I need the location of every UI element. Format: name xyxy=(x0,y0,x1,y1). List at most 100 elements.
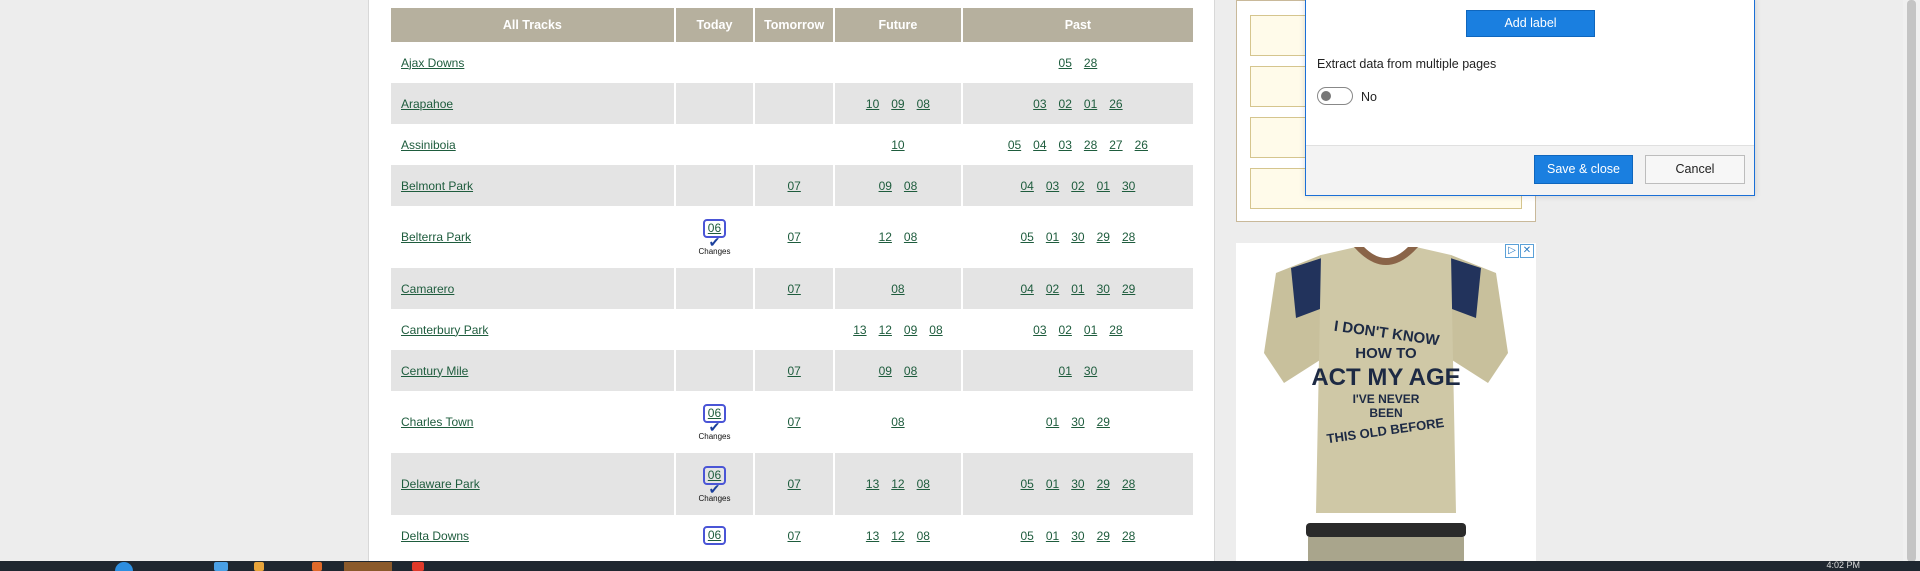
future-date-link[interactable]: 10 xyxy=(866,97,879,111)
future-date-link[interactable]: 12 xyxy=(891,477,904,491)
future-date-link[interactable]: 12 xyxy=(879,323,892,337)
past-date-link[interactable]: 01 xyxy=(1084,97,1097,111)
past-date-link[interactable]: 26 xyxy=(1135,138,1148,152)
future-date-link[interactable]: 09 xyxy=(904,323,917,337)
past-date-link[interactable]: 27 xyxy=(1109,138,1122,152)
past-date-link[interactable]: 01 xyxy=(1071,282,1084,296)
changes-label[interactable]: Changes xyxy=(698,494,730,503)
past-date-link[interactable]: 28 xyxy=(1122,529,1135,543)
past-date-link[interactable]: 01 xyxy=(1084,323,1097,337)
past-date-link[interactable]: 03 xyxy=(1033,323,1046,337)
track-link[interactable]: Camarero xyxy=(401,282,454,296)
future-date-link[interactable]: 08 xyxy=(929,323,942,337)
future-date-link[interactable]: 08 xyxy=(904,364,917,378)
past-date-link[interactable]: 28 xyxy=(1122,477,1135,491)
past-date-link[interactable]: 29 xyxy=(1122,282,1135,296)
past-date-link[interactable]: 26 xyxy=(1109,97,1122,111)
past-date-link[interactable]: 05 xyxy=(1021,230,1034,244)
future-date-link[interactable]: 08 xyxy=(891,282,904,296)
track-link[interactable]: Charles Town xyxy=(401,415,473,429)
past-date-link[interactable]: 28 xyxy=(1109,323,1122,337)
past-date-link[interactable]: 01 xyxy=(1046,230,1059,244)
past-date-link[interactable]: 01 xyxy=(1097,179,1110,193)
past-date-link[interactable]: 05 xyxy=(1021,529,1034,543)
past-date-link[interactable]: 01 xyxy=(1046,529,1059,543)
browser-icon[interactable] xyxy=(115,562,133,571)
tomorrow-link[interactable]: 07 xyxy=(787,230,800,244)
close-icon[interactable]: ✕ xyxy=(1520,244,1534,258)
past-date-link[interactable]: 02 xyxy=(1059,323,1072,337)
past-date-link[interactable]: 04 xyxy=(1021,282,1034,296)
track-link[interactable]: Canterbury Park xyxy=(401,323,488,337)
track-link[interactable]: Belterra Park xyxy=(401,230,471,244)
past-date-link[interactable]: 30 xyxy=(1071,529,1084,543)
past-date-link[interactable]: 03 xyxy=(1059,138,1072,152)
past-date-link[interactable]: 30 xyxy=(1071,415,1084,429)
page-scrollbar[interactable] xyxy=(1903,0,1920,562)
multiple-pages-toggle[interactable] xyxy=(1317,87,1353,105)
past-date-link[interactable]: 01 xyxy=(1046,477,1059,491)
past-date-link[interactable]: 04 xyxy=(1021,179,1034,193)
past-date-link[interactable]: 28 xyxy=(1084,138,1097,152)
add-label-button[interactable]: Add label xyxy=(1466,10,1595,37)
today-link[interactable]: 06 xyxy=(702,526,727,545)
track-link[interactable]: Assiniboia xyxy=(401,138,456,152)
future-date-link[interactable]: 09 xyxy=(891,97,904,111)
save-close-button[interactable]: Save & close xyxy=(1534,155,1633,184)
tomorrow-link[interactable]: 07 xyxy=(787,282,800,296)
tomorrow-link[interactable]: 07 xyxy=(787,364,800,378)
past-date-link[interactable]: 05 xyxy=(1059,56,1072,70)
past-date-link[interactable]: 02 xyxy=(1046,282,1059,296)
track-link[interactable]: Delta Downs xyxy=(401,529,469,543)
scroll-thumb[interactable] xyxy=(1907,0,1916,562)
future-date-link[interactable]: 08 xyxy=(917,477,930,491)
tomorrow-link[interactable]: 07 xyxy=(787,529,800,543)
future-date-link[interactable]: 12 xyxy=(891,529,904,543)
future-date-link[interactable]: 08 xyxy=(904,230,917,244)
past-date-link[interactable]: 30 xyxy=(1071,230,1084,244)
past-date-link[interactable]: 28 xyxy=(1084,56,1097,70)
future-date-link[interactable]: 09 xyxy=(879,179,892,193)
future-date-link[interactable]: 12 xyxy=(879,230,892,244)
app-icon[interactable] xyxy=(312,562,322,571)
app-icon[interactable] xyxy=(214,562,228,571)
past-date-link[interactable]: 04 xyxy=(1033,138,1046,152)
past-date-link[interactable]: 03 xyxy=(1033,97,1046,111)
adchoices-icon[interactable]: ▷ xyxy=(1505,244,1519,258)
future-date-link[interactable]: 10 xyxy=(891,138,904,152)
changes-label[interactable]: Changes xyxy=(698,247,730,256)
past-date-link[interactable]: 30 xyxy=(1097,282,1110,296)
past-date-link[interactable]: 30 xyxy=(1122,179,1135,193)
advertisement[interactable]: ▷ ✕ I DON'T KNOW HOW TO ACT MY AGE I'VE … xyxy=(1236,243,1536,561)
past-date-link[interactable]: 02 xyxy=(1071,179,1084,193)
past-date-link[interactable]: 01 xyxy=(1046,415,1059,429)
app-icon[interactable] xyxy=(412,562,424,571)
cancel-button[interactable]: Cancel xyxy=(1645,155,1745,184)
track-link[interactable]: Ajax Downs xyxy=(401,56,464,70)
track-link[interactable]: Delaware Park xyxy=(401,477,480,491)
tomorrow-link[interactable]: 07 xyxy=(787,415,800,429)
track-link[interactable]: Belmont Park xyxy=(401,179,473,193)
future-date-link[interactable]: 08 xyxy=(917,529,930,543)
active-app-icon[interactable] xyxy=(344,562,392,571)
past-date-link[interactable]: 29 xyxy=(1097,529,1110,543)
future-date-link[interactable]: 13 xyxy=(853,323,866,337)
past-date-link[interactable]: 01 xyxy=(1059,364,1072,378)
changes-label[interactable]: Changes xyxy=(698,432,730,441)
past-date-link[interactable]: 30 xyxy=(1084,364,1097,378)
future-date-link[interactable]: 08 xyxy=(917,97,930,111)
future-date-link[interactable]: 08 xyxy=(904,179,917,193)
tomorrow-link[interactable]: 07 xyxy=(787,179,800,193)
track-link[interactable]: Arapahoe xyxy=(401,97,453,111)
past-date-link[interactable]: 05 xyxy=(1008,138,1021,152)
past-date-link[interactable]: 29 xyxy=(1097,230,1110,244)
future-date-link[interactable]: 13 xyxy=(866,477,879,491)
past-date-link[interactable]: 03 xyxy=(1046,179,1059,193)
track-link[interactable]: Century Mile xyxy=(401,364,468,378)
past-date-link[interactable]: 28 xyxy=(1122,230,1135,244)
folder-icon[interactable] xyxy=(254,562,264,571)
future-date-link[interactable]: 13 xyxy=(866,529,879,543)
past-date-link[interactable]: 29 xyxy=(1097,415,1110,429)
future-date-link[interactable]: 08 xyxy=(891,415,904,429)
past-date-link[interactable]: 02 xyxy=(1059,97,1072,111)
